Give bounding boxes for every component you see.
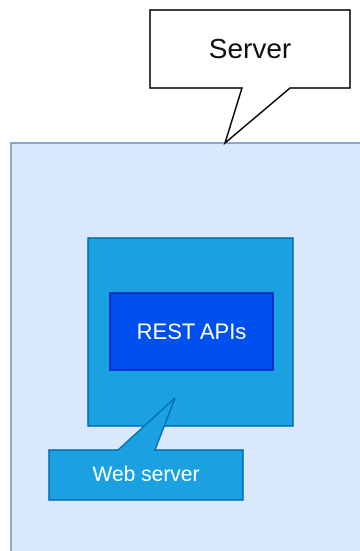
server-label: Server [208,33,292,64]
rest-apis-label: REST APIs [136,319,247,344]
web-server-label: Web server [92,463,200,486]
